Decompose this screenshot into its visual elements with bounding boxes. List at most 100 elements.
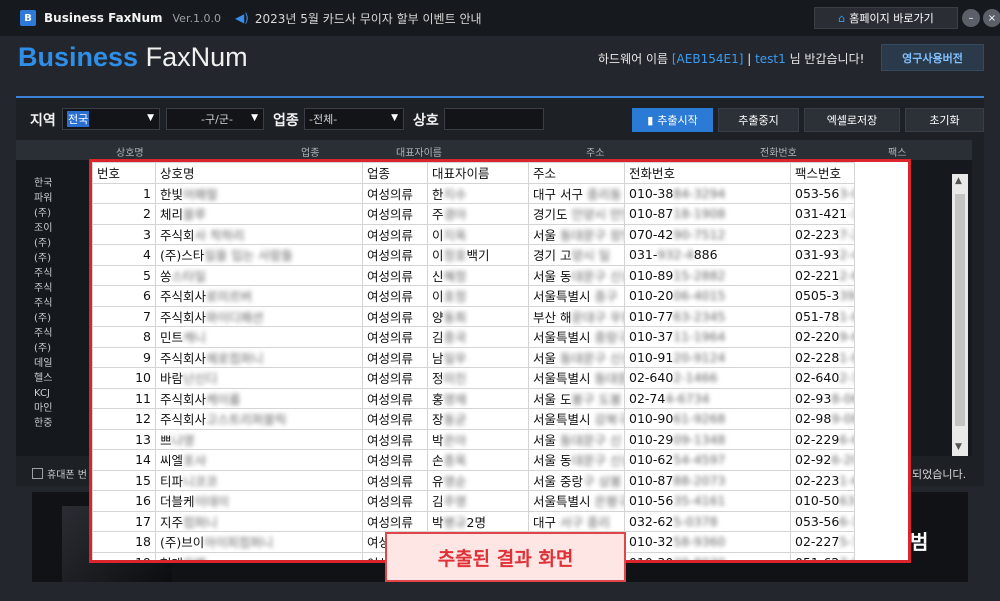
masked-text: 4-6734 [665, 390, 710, 406]
cell-rep: 장동균 [427, 408, 529, 430]
table-row[interactable]: 5쏭스타일여성의류신혜정서울 동대문구 신설010-8915-288202-22… [92, 264, 855, 286]
masked-text: 난신디 [183, 371, 218, 387]
cell-text: 4 [143, 247, 151, 263]
cell-rep: 신혜정 [427, 264, 529, 286]
scroll-down-icon[interactable]: ▼ [955, 442, 962, 452]
list-item[interactable]: 헬스 [34, 371, 94, 386]
cell-addr: 서울 동대문구 신설 [528, 264, 625, 286]
table-row[interactable]: 10바람난신디여성의류정미진서울특별시 동대문구02-6402-146602-6… [92, 367, 855, 389]
district-select[interactable]: -구/군- ▼ [166, 108, 264, 130]
cell-text: 서울특별시 [533, 289, 591, 305]
table-row[interactable]: 16더블케이데이여성의류김주영서울특별시 은평구010-5635-4161010… [92, 490, 855, 512]
speaker-icon: ◀) [234, 11, 249, 25]
list-item[interactable]: 주식 [34, 266, 94, 281]
cell-tel: 010-7763-2345 [624, 305, 791, 327]
table-row[interactable]: 1 한빛어패럴 여성의류 한지수 대구 서구 중리동 010-3884-3294 053-5… [92, 182, 855, 204]
table-row[interactable]: 9주식회사제로컴퍼니여성의류남일우서울 동대문구 신설010-9120-9124… [92, 346, 855, 368]
table-row[interactable]: 14씨엘포샤여성의류손종옥서울 동대문구 신설010-6254-459702-9… [92, 449, 855, 471]
table-row[interactable]: 6 주식회사로미르버 여성의류 이호정 서울특별시 중구 010-2006-4015 050… [92, 285, 855, 307]
list-item[interactable]: (주) [34, 251, 94, 266]
table-row[interactable]: 13 쁘나영 여성의류 박은아 서울 동대문구 신 010-2909-1348 02-229… [92, 428, 855, 450]
list-item[interactable]: 한국 [34, 176, 94, 191]
cell-fax: 031-421-1840 [790, 203, 855, 225]
title-bar: B Business FaxNum Ver.1.0.0 ◀) 2023년 5월 … [0, 0, 1000, 36]
cell-text: 서울 동 [533, 453, 572, 469]
cell-text: 주식회사 [160, 309, 207, 325]
cell-text: 여성의류 [367, 248, 414, 264]
cell-fax: 0505-339-1199 [790, 285, 855, 307]
cell-tel: 010-3258-9360 [624, 531, 791, 553]
list-item[interactable]: 주식 [34, 281, 94, 296]
cell-tel: 010-6254-4597 [624, 449, 791, 471]
cell-name: 쁘나영 [155, 428, 363, 450]
industry-select[interactable]: -전체- ▼ [304, 108, 404, 130]
scrollbar-thumb[interactable] [955, 194, 965, 426]
cell-addr: 경기 고양시 일 [528, 244, 625, 266]
homepage-button[interactable]: ⌂ 홈페이지 바로가기 [814, 7, 958, 29]
table-row[interactable]: 8민트캐니여성의류김종국서울특별시 중랑구010-3711-196402-220… [92, 326, 855, 348]
list-item[interactable]: 조이 [34, 221, 94, 236]
masked-text: 대문구 신설 [571, 268, 623, 284]
masked-text: 로미르버 [206, 289, 253, 305]
excel-save-button[interactable]: 엑셀로저장 [804, 108, 900, 132]
cell-text: 경기 고 [533, 248, 572, 264]
cell-no: 16 [92, 490, 156, 512]
cell-text: 여성의류 [367, 453, 414, 469]
table-row[interactable]: 15 티파니코코 여성의류 유영순 서울 중랑구 상봉 010-8788-2073 02-2… [92, 469, 855, 491]
list-item[interactable]: 주식 [34, 326, 94, 341]
cell-text: 한빛 [160, 186, 184, 202]
table-row[interactable]: 2체리블루여성의류주경아경기도 안양시 만안010-8718-1908031-4… [92, 203, 855, 225]
minimize-button[interactable]: – [962, 9, 980, 27]
cell-text: 010-50 [795, 493, 840, 509]
cell-tel: 010-9120-9124 [624, 346, 791, 368]
cell-industry: 여성의류 [362, 346, 428, 368]
list-item[interactable]: 파워 [34, 191, 94, 206]
bg-col-industry: 업종 [301, 148, 320, 159]
cell-text: 주식회사 [160, 412, 207, 428]
list-item[interactable]: 마인 [34, 401, 94, 416]
cell-text: 3 [143, 226, 151, 242]
hw-sep: | [743, 52, 756, 66]
table-row[interactable]: 4 (주)스타일을 입는 사람들 여성의류 이정호백기 경기 고양시 일 031-932-… [92, 244, 855, 266]
app-name: Business FaxNum [44, 11, 163, 25]
list-item[interactable]: 한중 [34, 416, 94, 431]
table-row[interactable]: 3주식회사 착하리여성의류이지옥서울 동대문구 장안070-4290-75120… [92, 223, 855, 245]
table-row[interactable]: 11 주식회사케이룸 여성의류 홍영재 서울 도봉구 도봉 02-744-6734 02-9… [92, 387, 855, 409]
close-button[interactable]: × [983, 9, 1000, 27]
list-item[interactable]: (주) [34, 206, 94, 221]
list-item[interactable]: 주식 [34, 296, 94, 311]
cell-text: 8 [143, 329, 151, 345]
mobile-checkbox[interactable] [32, 468, 43, 479]
list-item[interactable]: (주) [34, 236, 94, 251]
cell-no: 5 [92, 264, 156, 286]
cell-tel: 02-6402-1466 [624, 367, 791, 389]
region-select[interactable]: 전국 ▼ [62, 108, 160, 130]
masked-text: 정호 [443, 248, 467, 264]
cell-no: 18 [92, 531, 156, 553]
vertical-scrollbar[interactable]: ▲ ▼ [952, 174, 968, 456]
table-row[interactable]: 7주식회사와이디패션여성의류양동희부산 해운대구 우동010-7763-2345… [92, 305, 855, 327]
cell-text: 여성의류 [367, 186, 414, 202]
table-row[interactable]: 12주식회사고스트리퍼블릭여성의류장동균서울특별시 강북구010-9061-92… [92, 408, 855, 430]
list-item[interactable]: (주) [34, 311, 94, 326]
cell-text: 서울 도 [533, 391, 572, 407]
permanent-version-button[interactable]: 영구사용버전 [881, 44, 984, 71]
reset-button[interactable]: 초기화 [905, 108, 984, 132]
list-item[interactable]: 데일 [34, 356, 94, 371]
list-item[interactable]: KCJ [34, 386, 94, 401]
cell-tel: 02-744-6734 [624, 387, 791, 409]
table-row[interactable]: 17 지주컴퍼니 여성의류 박병규2명 대구 서구 중리 032-625-0378 053-… [92, 510, 855, 532]
cell-no: 14 [92, 449, 156, 471]
masked-text: 서구 중리 [556, 514, 610, 530]
masked-text: 니코코 [183, 473, 218, 489]
extract-start-button[interactable]: ▮ 추출시작 [632, 108, 713, 132]
scroll-up-icon[interactable]: ▲ [955, 176, 962, 186]
masked-text: 혜정 [443, 268, 467, 284]
notice-link[interactable]: 2023년 5월 카드사 무이자 할부 이벤트 안내 [255, 10, 482, 27]
name-input[interactable] [444, 108, 544, 130]
document-icon: ▮ [647, 113, 654, 127]
extract-stop-button[interactable]: 추출중지 [718, 108, 799, 132]
list-item[interactable]: (주) [34, 341, 94, 356]
masked-text: 84-3294 [673, 185, 726, 201]
cell-rep: 이지옥 [427, 223, 529, 245]
